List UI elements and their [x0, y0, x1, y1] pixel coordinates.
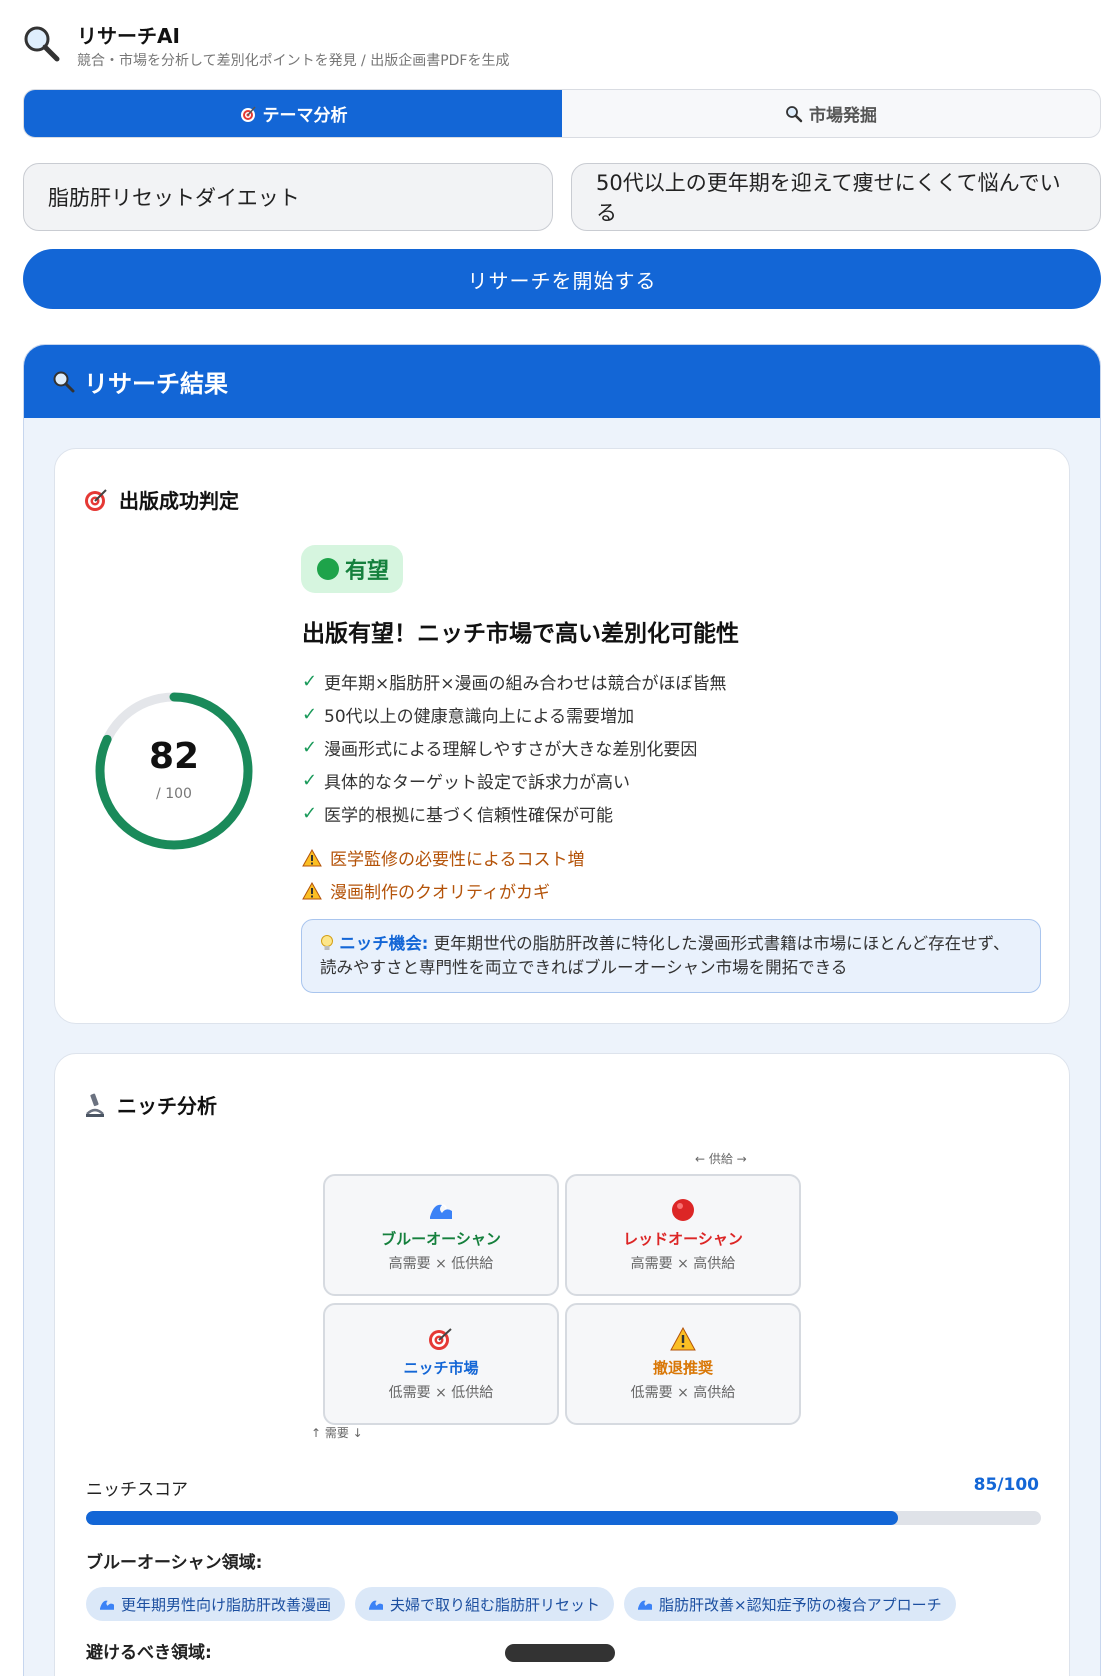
- app-subtitle: 競合・市場を分析して差別化ポイントを発見 / 出版企画書PDFを生成: [77, 53, 510, 69]
- tab-theme-analysis[interactable]: テーマ分析: [24, 90, 562, 137]
- lightbulb-icon: [321, 935, 333, 950]
- tab-label: テーマ分析: [262, 106, 348, 126]
- results-panel: リサーチ結果 出版成功判定 82 / 100 有望 出版有望！ニッチ市場で高い差…: [23, 344, 1101, 1676]
- status-badge: 有望: [301, 545, 404, 593]
- list-item: 医学監修の必要性によるコスト増: [302, 841, 585, 874]
- quadrant-name: 撤退推奨: [652, 1359, 713, 1377]
- quadrant-desc: 低需要 × 低供給: [388, 1385, 494, 1401]
- tab-label: 市場発掘: [809, 106, 877, 126]
- results-title: リサーチ結果: [84, 370, 228, 398]
- quadrant-desc: 低需要 × 高供給: [630, 1385, 736, 1401]
- list-item-text: 医学監修の必要性によるコスト増: [330, 850, 585, 870]
- quadrant-desc: 高需要 × 低供給: [388, 1256, 494, 1272]
- app-title: リサーチAI: [77, 24, 180, 48]
- check-icon: ✓: [302, 671, 318, 692]
- niche-opportunity-box: ニッチ機会: 更年期世代の脂肪肝改善に特化した漫画形式書籍は市場にほとんど存在せ…: [301, 919, 1041, 993]
- start-research-button[interactable]: リサーチを開始する: [23, 249, 1101, 309]
- target-reader-input[interactable]: 50代以上の更年期を迎えて痩せにくくて悩んでいる: [571, 163, 1101, 231]
- list-item: ✓ 漫画形式による理解しやすさが大きな差別化要因: [302, 731, 727, 764]
- check-icon: ✓: [302, 770, 318, 791]
- theme-input[interactable]: 脂肪肝リセットダイエット: [23, 163, 553, 231]
- chip-label: 更年期男性向け脂肪肝改善漫画: [121, 1595, 332, 1614]
- niche-score-bar: [86, 1511, 1041, 1525]
- niche-card-title: ニッチ分析: [83, 1090, 217, 1119]
- score-max: / 100: [156, 786, 192, 802]
- list-item: ✓ 更年期×脂肪肝×漫画の組み合わせは競合がほぼ皆無: [302, 665, 727, 698]
- list-item-text: 50代以上の健康意識向上による需要増加: [324, 707, 635, 727]
- list-item: ✓ 50代以上の健康意識向上による需要増加: [302, 698, 727, 731]
- list-item-text: 更年期×脂肪肝×漫画の組み合わせは競合がほぼ皆無: [324, 674, 727, 694]
- red-circle-icon: [672, 1199, 694, 1221]
- positive-list: ✓ 更年期×脂肪肝×漫画の組み合わせは競合がほぼ皆無 ✓ 50代以上の健康意識向上に…: [302, 665, 727, 830]
- quadrant-desc: 高需要 × 高供給: [630, 1256, 736, 1272]
- quadrant-name: ニッチ市場: [403, 1359, 479, 1377]
- quadrant-name: レッドオーシャン: [623, 1230, 743, 1248]
- magnifier-icon: [53, 371, 75, 392]
- verdict-headline: 出版有望！ニッチ市場で高い差別化可能性: [302, 621, 739, 647]
- blue-ocean-label: ブルーオーシャン領域:: [86, 1553, 263, 1573]
- list-item: ✓ 具体的なターゲット設定で訴求力が高い: [302, 764, 727, 797]
- wave-icon: [638, 1600, 653, 1610]
- quadrant-name: ブルーオーシャン: [381, 1230, 501, 1248]
- wave-icon: [430, 1204, 452, 1219]
- quadrant-red-ocean: レッドオーシャン 高需要 × 高供給: [565, 1174, 801, 1296]
- quadrant-blue-ocean: ブルーオーシャン 高需要 × 低供給: [323, 1174, 559, 1296]
- list-item-text: 医学的根拠に基づく信頼性確保が可能: [324, 806, 613, 826]
- quadrant-niche-market: ニッチ市場 低需要 × 低供給: [323, 1303, 559, 1425]
- success-card-title: 出版成功判定: [83, 485, 239, 514]
- list-item: 漫画制作のクオリティがカギ: [302, 874, 585, 907]
- niche-label: ニッチ機会:: [339, 934, 429, 953]
- success-card: 出版成功判定 82 / 100 有望 出版有望！ニッチ市場で高い差別化可能性 ✓…: [54, 448, 1070, 1024]
- avoid-area-label: 避けるべき領域:: [86, 1643, 212, 1663]
- green-circle-icon: [317, 558, 339, 580]
- check-icon: ✓: [302, 737, 318, 758]
- score-value: 82: [148, 736, 200, 777]
- app-header: リサーチAI 競合・市場を分析して差別化ポイントを発見 / 出版企画書PDFを生…: [22, 14, 1102, 74]
- magnifier-icon: [24, 26, 60, 62]
- magnifier-icon: [786, 105, 803, 122]
- results-header: リサーチ結果: [24, 345, 1100, 418]
- niche-score-fill: [86, 1511, 898, 1525]
- wave-icon: [369, 1600, 384, 1610]
- blue-ocean-chips: 更年期男性向け脂肪肝改善漫画 夫婦で取り組む脂肪肝リセット 脂肪肝改善×認知症予…: [86, 1587, 956, 1621]
- supply-axis-label: ← 供給 →: [695, 1152, 747, 1166]
- target-icon: [429, 1328, 452, 1350]
- warning-list: 医学監修の必要性によるコスト増 漫画制作のクオリティがカギ: [302, 841, 585, 907]
- blue-ocean-chip[interactable]: 脂肪肝改善×認知症予防の複合アプローチ: [624, 1587, 956, 1621]
- badge-label: 有望: [345, 559, 390, 584]
- check-icon: ✓: [302, 803, 318, 824]
- target-icon: [85, 488, 107, 511]
- list-item-text: 漫画制作のクオリティがカギ: [330, 883, 550, 903]
- demand-axis-label: ↑ 需要 ↓: [311, 1426, 363, 1440]
- list-item: ✓ 医学的根拠に基づく信頼性確保が可能: [302, 797, 727, 830]
- card-title-text: ニッチ分析: [117, 1094, 217, 1118]
- warning-icon: [302, 848, 322, 866]
- microscope-icon: [86, 1093, 104, 1117]
- blue-ocean-chip[interactable]: 更年期男性向け脂肪肝改善漫画: [86, 1587, 346, 1621]
- check-icon: ✓: [302, 704, 318, 725]
- tab-market-discovery[interactable]: 市場発掘: [562, 90, 1100, 137]
- mode-tabs: テーマ分析 市場発掘: [23, 89, 1101, 138]
- niche-card: ニッチ分析 ← 供給 → ブルーオーシャン 高需要 × 低供給 レッドオーシャン…: [54, 1053, 1070, 1676]
- chip-label: 夫婦で取り組む脂肪肝リセット: [390, 1595, 601, 1614]
- list-item-text: 具体的なターゲット設定で訴求力が高い: [324, 773, 630, 793]
- wave-icon: [100, 1600, 114, 1610]
- warning-icon: [302, 881, 322, 899]
- target-icon: [240, 106, 256, 122]
- niche-score-value: 85/100: [973, 1475, 1039, 1495]
- list-item-text: 漫画形式による理解しやすさが大きな差別化要因: [324, 740, 698, 760]
- niche-score-label: ニッチスコア: [86, 1480, 188, 1500]
- quadrant-withdraw: 撤退推奨 低需要 × 高供給: [565, 1303, 801, 1425]
- card-title-text: 出版成功判定: [119, 489, 239, 513]
- blue-ocean-chip[interactable]: 夫婦で取り組む脂肪肝リセット: [355, 1587, 615, 1621]
- chip-label: 脂肪肝改善×認知症予防の複合アプローチ: [659, 1595, 942, 1614]
- home-indicator[interactable]: [505, 1644, 615, 1662]
- score-gauge: 82 / 100: [89, 686, 259, 856]
- warning-icon: [670, 1327, 696, 1351]
